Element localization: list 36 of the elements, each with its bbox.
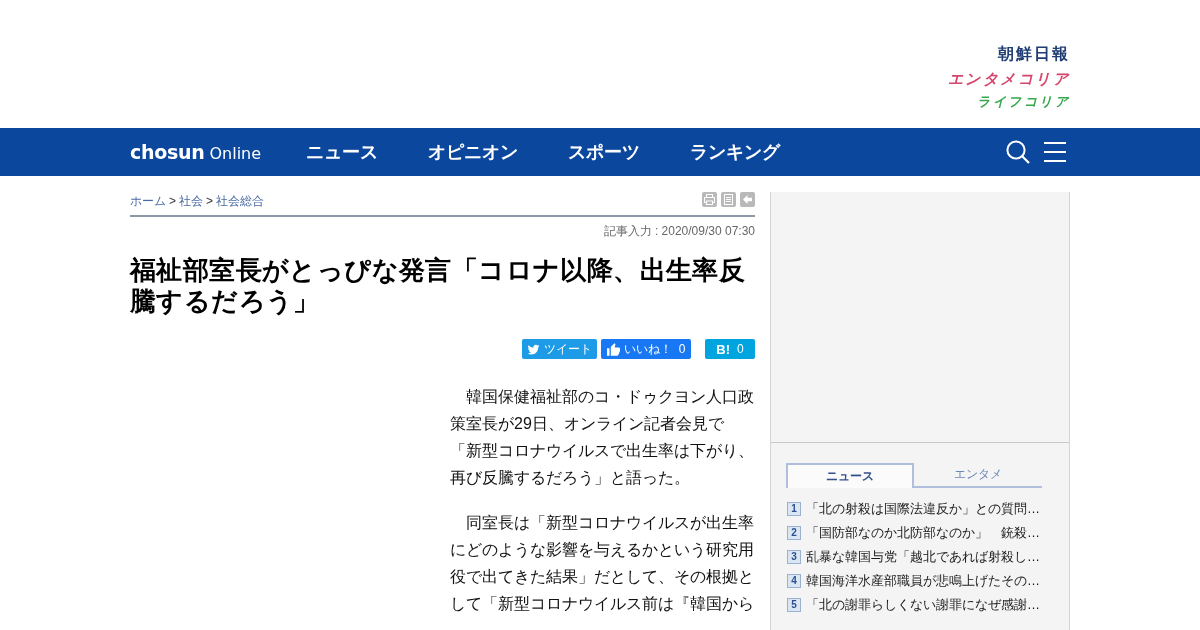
headline-link[interactable]: 「北の謝罪らしくない謝罪になぜ感謝… [806, 596, 1040, 614]
headline-link[interactable]: 韓国海洋水産部職員が悲鳴上げたその… [806, 572, 1040, 590]
rank-number: 1 [787, 502, 801, 516]
breadcrumb-link[interactable]: 社会 [179, 192, 203, 210]
document-icon[interactable] [721, 192, 736, 207]
breadcrumb-separator: > [206, 194, 214, 208]
ranking-tab[interactable]: エンタメ [914, 463, 1042, 488]
rank-number: 5 [787, 598, 801, 612]
ranking-tab[interactable]: ニュース [786, 463, 914, 488]
article-paragraph: 韓国保健福祉部のコ・ドゥクヨン人口政策室長が29日、オンライン記者会見で「新型コロナウイルスで出生率は下がり、再び反騰するだろう」と語った。 [450, 387, 755, 488]
article-paragraph: 同室長は「新型コロナウイルスが出生率にどのような影響を与えるかという研究用役で出てきた結果」だとして、その根拠として「新型コロナウイルス前は『韓国から [450, 513, 755, 614]
nav-link[interactable]: ランキング [690, 140, 781, 164]
nav-link[interactable]: オピニオン [428, 140, 519, 164]
rank-number: 3 [787, 550, 801, 564]
breadcrumb-link[interactable]: ホーム [130, 192, 166, 210]
printer-icon[interactable] [702, 192, 717, 207]
rank-number: 2 [787, 526, 801, 540]
nav-link[interactable]: スポーツ [568, 140, 641, 164]
headline-link[interactable]: 「北の射殺は国際法違反か」との質問… [806, 500, 1040, 518]
site-logo[interactable]: chosun Online [130, 141, 262, 163]
breadcrumb-link[interactable]: 社会総合 [216, 192, 265, 210]
nav-link[interactable]: ニュース [306, 140, 379, 164]
headline-link[interactable]: 「国防部なのか北防部なのか」 銃殺… [806, 524, 1040, 542]
search-icon[interactable] [1006, 140, 1030, 164]
menu-icon[interactable] [1044, 141, 1066, 163]
bird-icon [527, 343, 540, 355]
breadcrumb-separator: > [169, 194, 176, 208]
rank-number: 4 [787, 574, 801, 588]
like-button[interactable]: いいね！ 0 [601, 339, 691, 359]
headline-link[interactable]: 乱暴な韓国与党「越北であれば射殺し… [806, 548, 1040, 566]
publish-date: 記事入力 : 2020/09/30 07:30 [602, 223, 755, 239]
article-title: 福祉部室長がとっぴな発言「コロナ以降、出生率反騰するだろう」 [130, 255, 747, 317]
thumbs-up-icon [606, 342, 620, 356]
logo-link[interactable]: 朝鮮日報 [998, 44, 1070, 64]
logo-link[interactable]: エンタメコリア [947, 68, 1070, 90]
back-arrow-icon[interactable] [740, 192, 755, 207]
